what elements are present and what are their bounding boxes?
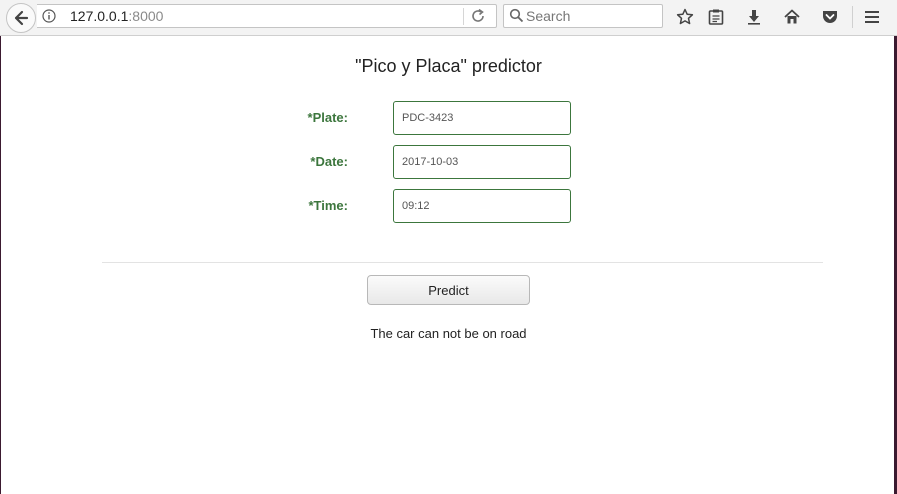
bookmark-star-icon[interactable] — [675, 7, 695, 27]
plate-row: *Plate: — [0, 101, 897, 135]
url-bar[interactable]: 127.0.0.1:8000 — [37, 4, 497, 28]
prediction-result: The car can not be on road — [370, 326, 527, 341]
date-row: *Date: — [0, 145, 897, 179]
reading-list-icon[interactable] — [706, 7, 726, 27]
form-divider — [102, 262, 823, 263]
url-port: :8000 — [128, 8, 164, 24]
plate-input[interactable] — [393, 101, 571, 135]
page-title: "Pico y Placa" predictor — [355, 56, 542, 76]
menu-icon[interactable] — [862, 7, 882, 27]
time-row: *Time: — [0, 189, 897, 223]
search-bar[interactable] — [503, 4, 663, 28]
time-label: *Time: — [308, 198, 349, 213]
home-icon[interactable] — [782, 7, 802, 27]
time-input[interactable] — [393, 189, 571, 223]
toolbar-divider — [852, 6, 853, 28]
url-text[interactable]: 127.0.0.1:8000 — [70, 8, 163, 24]
date-label: *Date: — [310, 154, 348, 169]
back-arrow-icon — [14, 10, 29, 26]
plate-label: *Plate: — [307, 110, 348, 125]
date-input[interactable] — [393, 145, 571, 179]
search-input[interactable] — [526, 7, 656, 25]
pocket-icon[interactable] — [820, 7, 840, 27]
predict-button[interactable]: Predict — [367, 275, 530, 305]
info-icon[interactable] — [42, 9, 56, 23]
browser-toolbar: 127.0.0.1:8000 — [0, 0, 897, 36]
download-icon[interactable] — [744, 7, 764, 27]
search-icon — [509, 8, 524, 23]
back-button[interactable] — [6, 3, 36, 33]
reload-icon[interactable] — [470, 8, 486, 24]
url-divider — [463, 8, 464, 25]
url-host: 127.0.0.1 — [70, 8, 129, 24]
